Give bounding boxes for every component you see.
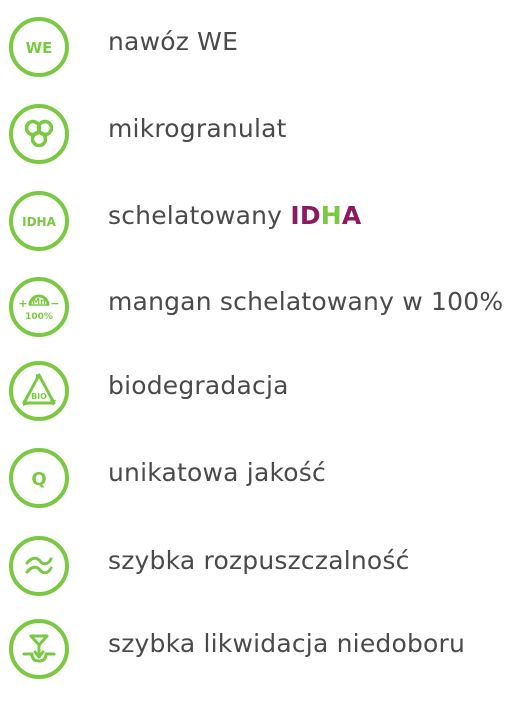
idha-letter-d: D xyxy=(299,201,321,230)
feature-label-idha: schelatowany IDHA xyxy=(108,201,361,230)
quality-icon-text: Q xyxy=(31,469,46,490)
manganese-icon-symbol: Mn xyxy=(32,297,46,306)
feature-label-solubility: szybka rozpuszczalność xyxy=(108,546,410,575)
manganese-icon-minus: − xyxy=(50,297,59,310)
biodegradation-icon: BIO xyxy=(9,361,69,421)
feature-item-microgranule: mikrogranulat xyxy=(0,104,510,194)
idha-letter-i: I xyxy=(290,201,300,230)
feature-label-microgranule: mikrogranulat xyxy=(108,114,287,143)
idha-letter-h: H xyxy=(320,201,342,230)
feature-list: WE nawóz WE mikrogranulat IDHA schelatow… xyxy=(0,0,510,705)
feature-item-quality: Q unikatowa jakość xyxy=(0,448,510,538)
idha-label-prefix: schelatowany xyxy=(108,201,291,230)
idha-letter-a: A xyxy=(341,201,362,230)
manganese-icon-plus: + xyxy=(18,297,27,310)
solubility-icon xyxy=(9,536,69,596)
feature-label-we: nawóz WE xyxy=(108,27,239,56)
idha-icon: IDHA xyxy=(9,191,69,251)
idha-icon-text: IDHA xyxy=(22,215,56,229)
feature-item-manganese: Mn + − 100% mangan schelatowany w 100% xyxy=(0,277,510,367)
biodegradation-icon-text: BIO xyxy=(31,392,47,401)
feature-label-quality: unikatowa jakość xyxy=(108,458,326,487)
feature-label-deficiency: szybka likwidacja niedoboru xyxy=(108,629,466,658)
microgranule-icon xyxy=(9,104,69,164)
manganese-icon-percent: 100% xyxy=(25,312,53,322)
feature-item-we: WE nawóz WE xyxy=(0,17,510,107)
feature-label-biodegradation: biodegradacja xyxy=(108,371,289,400)
we-icon-text: WE xyxy=(26,39,53,57)
we-icon: WE xyxy=(9,17,69,77)
feature-item-idha: IDHA schelatowany IDHA xyxy=(0,191,510,281)
feature-label-manganese: mangan schelatowany w 100% xyxy=(108,287,504,316)
feature-item-solubility: szybka rozpuszczalność xyxy=(0,536,510,626)
manganese-chelate-icon: Mn + − 100% xyxy=(9,277,69,337)
quality-icon: Q xyxy=(9,448,69,508)
deficiency-icon xyxy=(9,619,69,679)
feature-item-deficiency: szybka likwidacja niedoboru xyxy=(0,619,510,709)
feature-item-biodegradation: BIO biodegradacja xyxy=(0,361,510,451)
